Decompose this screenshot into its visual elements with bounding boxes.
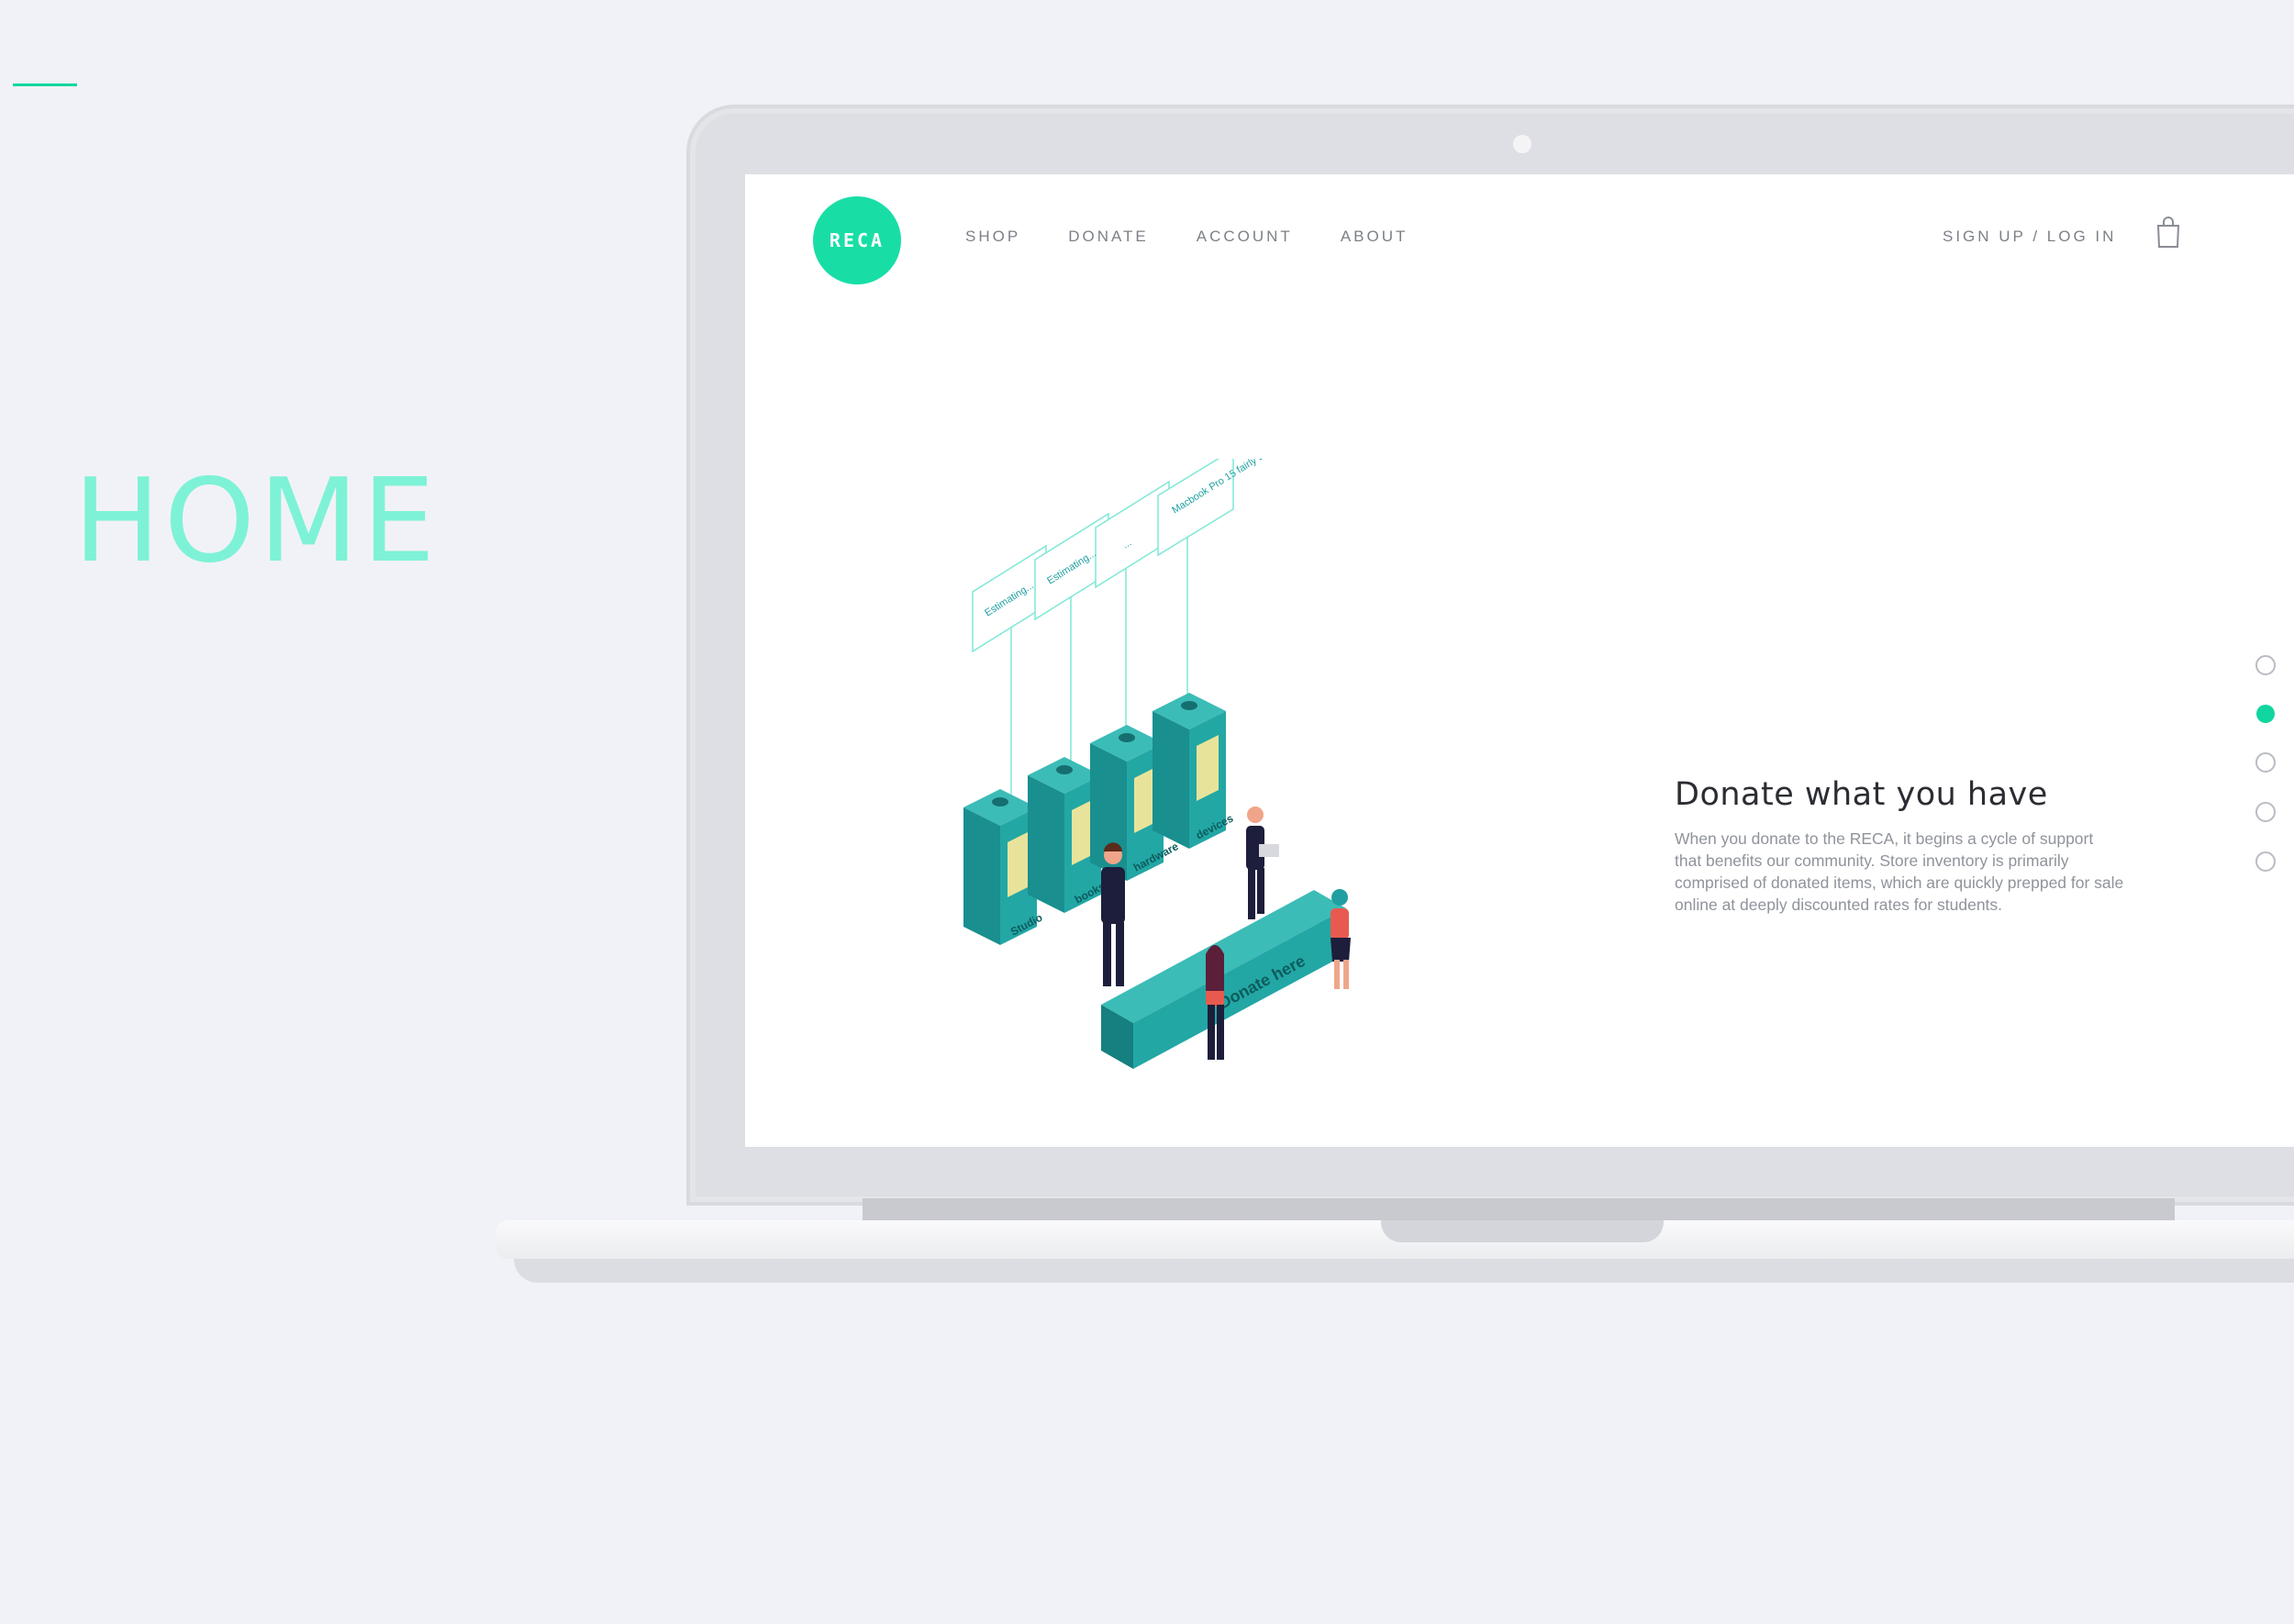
section-title: HOME	[73, 453, 440, 588]
nav-account[interactable]: ACCOUNT	[1197, 228, 1293, 246]
nav-donate[interactable]: DONATE	[1068, 228, 1149, 246]
pager-dot-2-active[interactable]	[2256, 705, 2275, 723]
hero-body: When you donate to the RECA, it begins a…	[1675, 829, 2124, 914]
logo-text: RECA	[829, 229, 885, 251]
nav-about[interactable]: ABOUT	[1341, 228, 1409, 246]
pager-dot-1[interactable]	[2255, 655, 2276, 675]
person-woman-left	[1206, 945, 1224, 1060]
donation-illustration: Estimating... Estimating... ... Macbook …	[963, 459, 1351, 1069]
laptop-notch	[1381, 1220, 1664, 1242]
nav-shop[interactable]: SHOP	[965, 228, 1020, 246]
pager-dot-4[interactable]	[2255, 802, 2276, 822]
camera-icon	[1513, 135, 1531, 153]
slide-pagination	[2255, 655, 2276, 901]
accent-line	[13, 83, 77, 86]
pager-dot-3[interactable]	[2255, 752, 2276, 773]
website-screen: RECA SHOP DONATE ACCOUNT ABOUT SIGN UP /…	[745, 174, 2294, 1147]
person-walker	[1246, 806, 1279, 919]
kiosks	[963, 693, 1226, 945]
shopping-bag-icon[interactable]	[2155, 216, 2181, 249]
laptop-base-shadow	[514, 1259, 2294, 1283]
main-nav: SHOP DONATE ACCOUNT ABOUT	[965, 228, 1408, 246]
laptop-hinge	[863, 1198, 2175, 1220]
reca-logo[interactable]: RECA	[813, 196, 901, 284]
pager-dot-5[interactable]	[2255, 851, 2276, 872]
sign-up-log-in-link[interactable]: SIGN UP / LOG IN	[1943, 228, 2116, 246]
hero-heading: Donate what you have	[1675, 776, 2048, 813]
